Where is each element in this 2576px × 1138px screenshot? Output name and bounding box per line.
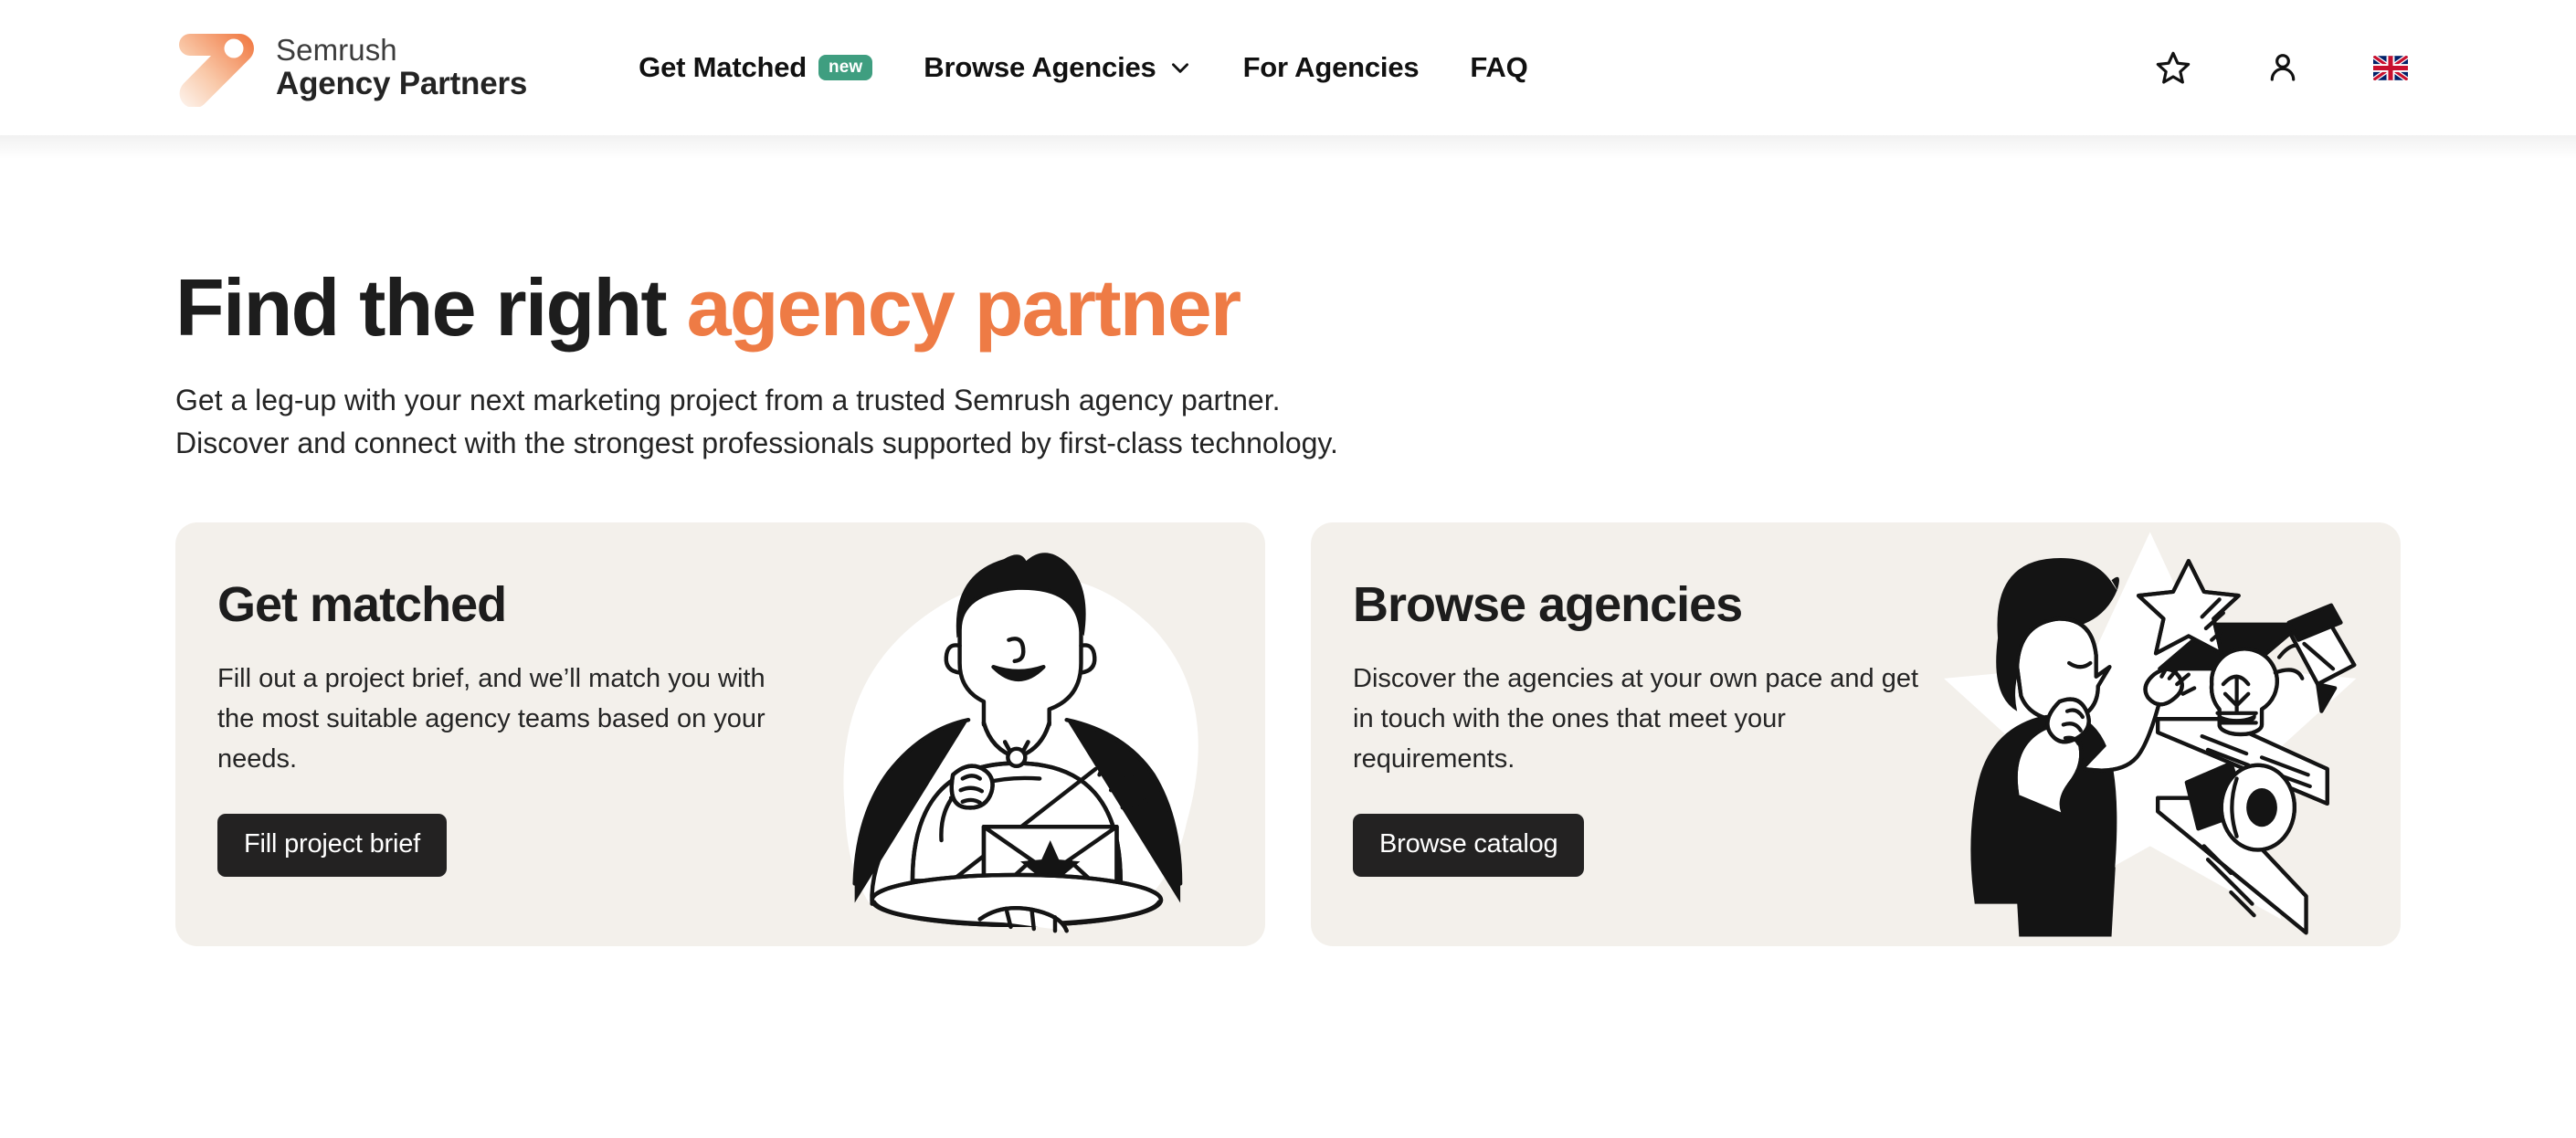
account-button[interactable] xyxy=(2264,48,2302,87)
card-browse-agencies-description: Discover the agencies at your own pace a… xyxy=(1353,663,1919,774)
nav-label-for-agencies: For Agencies xyxy=(1242,51,1420,83)
card-browse-agencies-title: Browse agencies xyxy=(1353,577,1743,633)
nav-item-for-agencies[interactable]: For Agencies xyxy=(1218,51,1445,84)
nav-label-get-matched: Get Matched xyxy=(639,51,808,83)
nav-item-faq[interactable]: FAQ xyxy=(1444,51,1553,84)
language-selector[interactable] xyxy=(2373,55,2408,80)
semrush-logo-icon xyxy=(179,34,254,107)
card-browse-agencies: Browse agencies Discover the agencies at… xyxy=(1311,522,2401,947)
brand-line-1: Semrush xyxy=(276,33,397,68)
page-title-accent: agency partner xyxy=(686,262,1242,353)
site-header: Semrush Agency Partners Get Matched new … xyxy=(0,0,2576,159)
chevron-down-icon xyxy=(1171,63,1188,73)
star-icon xyxy=(2156,51,2191,84)
waiter-serving-envelope-illustration xyxy=(758,522,1260,946)
card-get-matched-description: Fill out a project brief, and we’ll matc… xyxy=(217,663,765,774)
hero-cards: Get matched Fill out a project brief, an… xyxy=(175,522,2401,947)
person-browsing-shelves-illustration xyxy=(1894,522,2395,946)
page-title: Find the right agency partner xyxy=(175,265,2401,350)
brand-line-2: Agency Partners xyxy=(276,65,528,101)
page-main: Find the right agency partner Get a leg-… xyxy=(0,265,2576,947)
page-subtitle-line-1: Get a leg-up with your next marketing pr… xyxy=(175,384,1281,417)
page-subtitle-line-2: Discover and connect with the strongest … xyxy=(175,426,1338,459)
nav-item-get-matched[interactable]: Get Matched new xyxy=(639,51,898,84)
nav-label-browse-agencies: Browse Agencies xyxy=(924,51,1156,83)
browse-catalog-button[interactable]: Browse catalog xyxy=(1353,814,1585,878)
uk-flag-icon xyxy=(2373,55,2408,80)
brand-wordmark: Semrush Agency Partners xyxy=(276,34,527,100)
nav-label-faq: FAQ xyxy=(1470,51,1528,83)
fill-project-brief-button[interactable]: Fill project brief xyxy=(217,814,448,878)
card-get-matched: Get matched Fill out a project brief, an… xyxy=(175,522,1265,947)
card-get-matched-title: Get matched xyxy=(217,577,507,633)
favorites-button[interactable] xyxy=(2154,48,2192,87)
main-navigation: Get Matched new Browse Agencies For Agen… xyxy=(639,51,1553,84)
user-icon xyxy=(2270,54,2296,81)
new-badge: new xyxy=(818,55,873,80)
page-title-plain: Find the right xyxy=(175,262,687,353)
brand-logo[interactable]: Semrush Agency Partners xyxy=(175,28,527,107)
page-subtitle: Get a leg-up with your next marketing pr… xyxy=(175,379,2401,464)
nav-item-browse-agencies[interactable]: Browse Agencies xyxy=(898,51,1217,84)
card-get-matched-body: Get matched Fill out a project brief, an… xyxy=(175,522,786,946)
header-actions xyxy=(2154,48,2408,87)
card-browse-agencies-body: Browse agencies Discover the agencies at… xyxy=(1311,522,1921,946)
